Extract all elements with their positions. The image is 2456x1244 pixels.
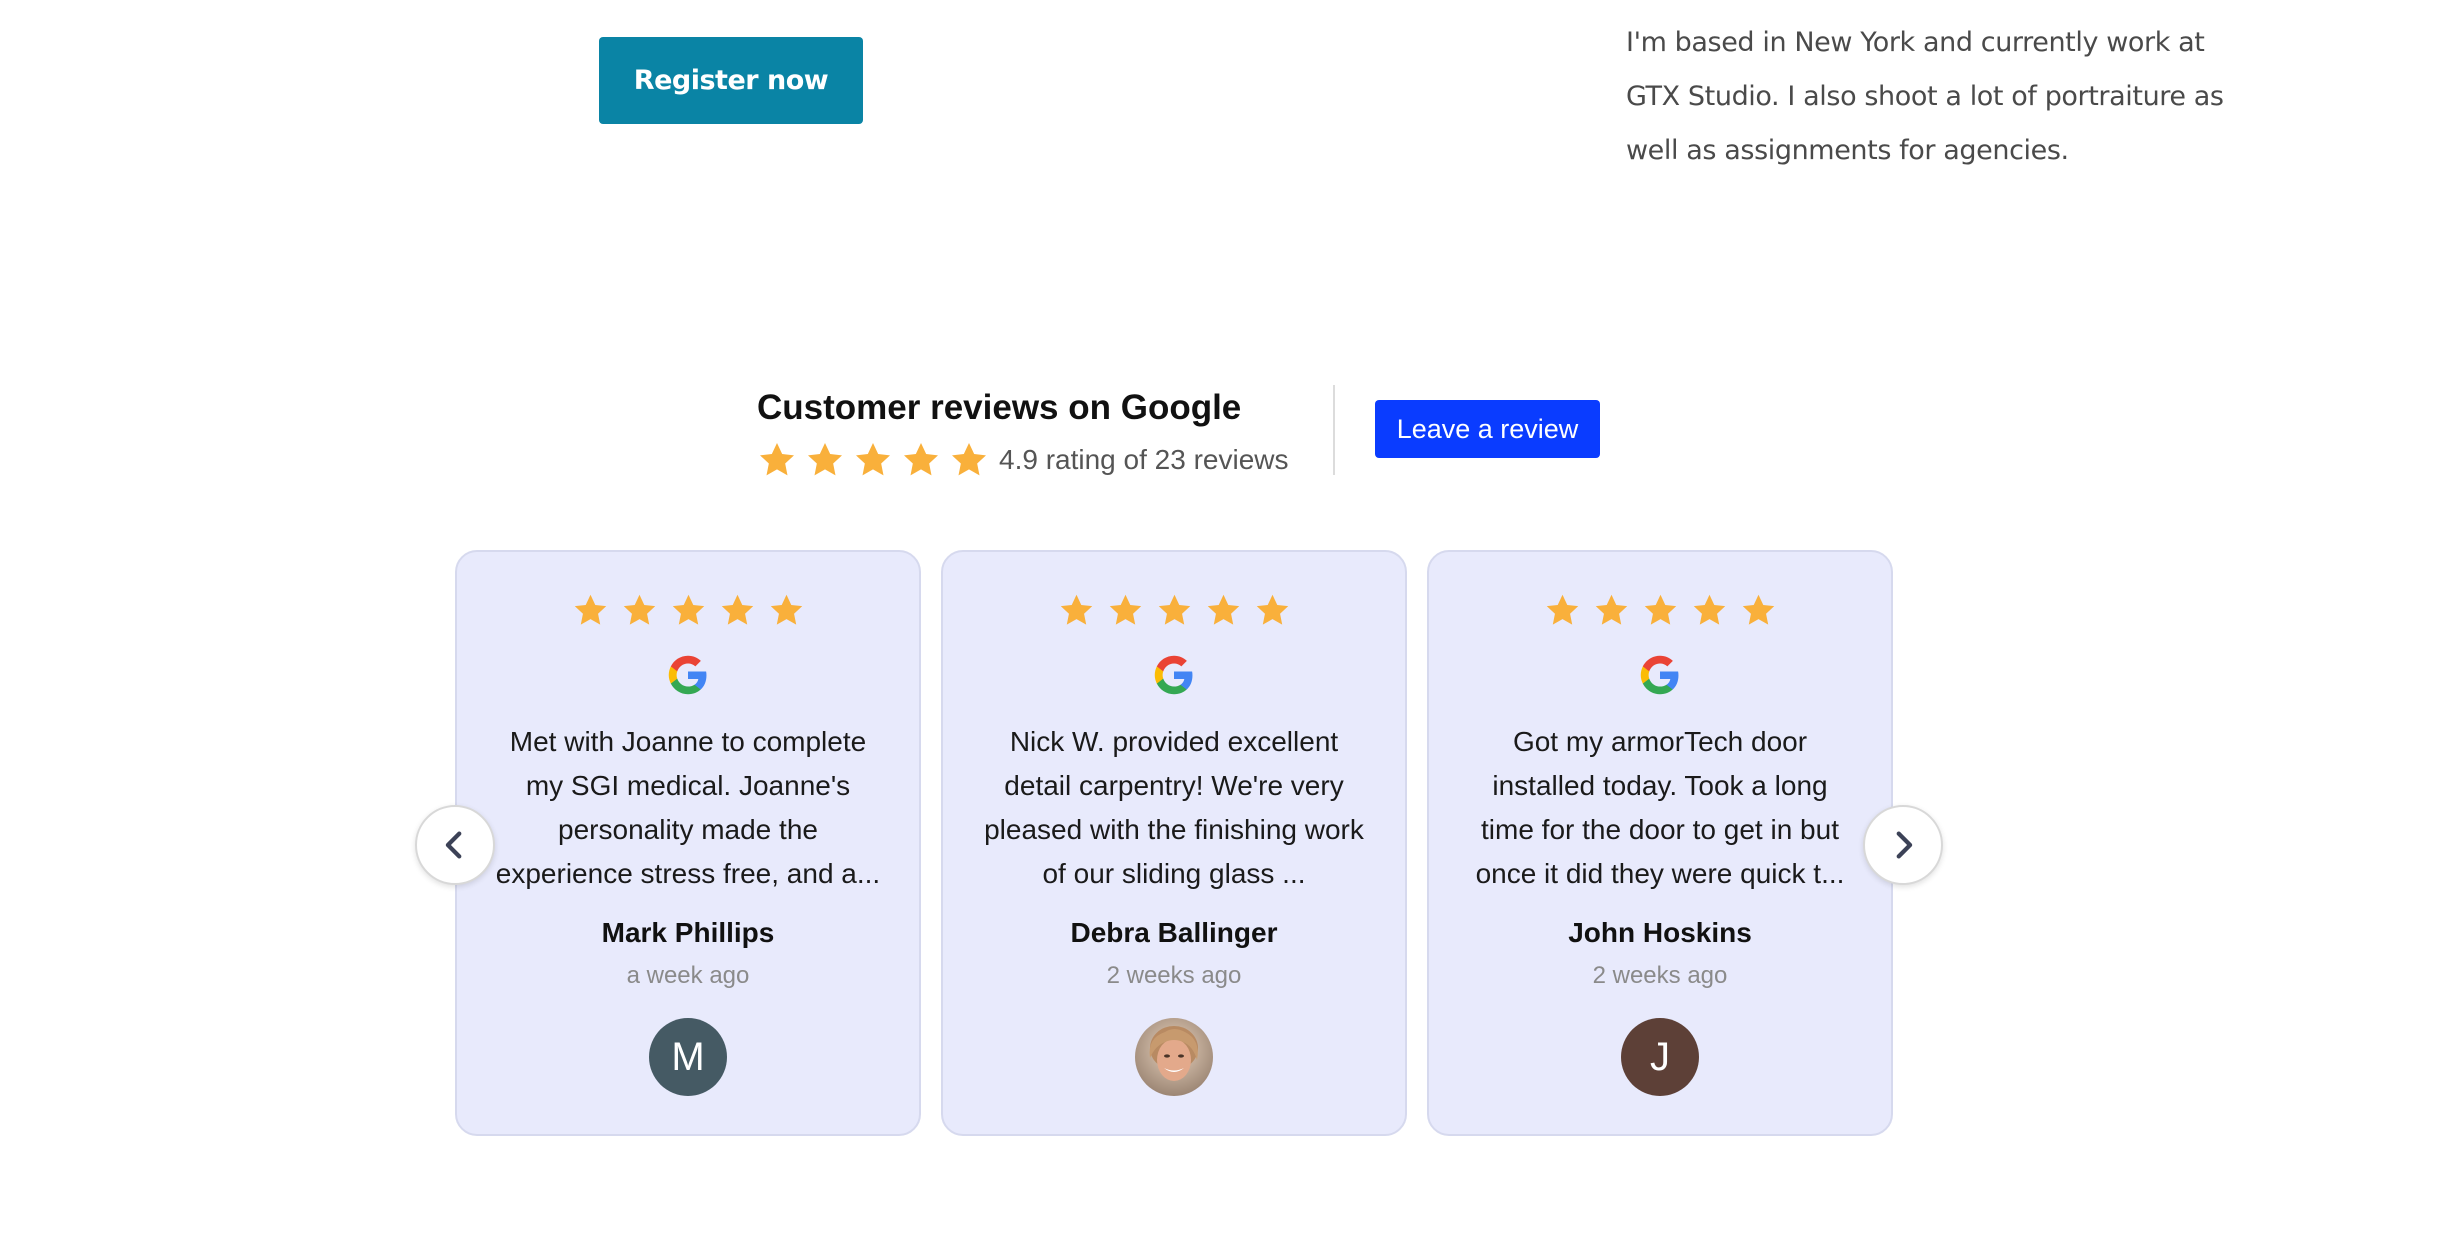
star-icon [1544,592,1581,629]
star-icon [621,592,658,629]
chevron-right-icon [1896,831,1913,859]
reviews-title: Customer reviews on Google [757,388,1242,427]
review-time: a week ago [626,962,750,989]
star-icon [572,592,609,629]
review-card: Got my armorTech door installed today. T… [1427,550,1893,1136]
star-icon [1058,592,1095,629]
star-icon [768,592,805,629]
avatar-photo [1135,1018,1213,1096]
chevron-left-icon [445,831,462,859]
star-icon [719,592,756,629]
reviewer-name: John Hoskins [1568,917,1752,948]
review-card: Met with Joanne to complete my SGI medic… [455,550,921,1136]
star-icon [757,440,797,480]
review-stars [1429,592,1891,629]
carousel-prev-button[interactable] [415,805,495,885]
star-icon [1691,592,1728,629]
star-icon [1593,592,1630,629]
star-icon [1254,592,1291,629]
star-icon [1156,592,1193,629]
avatar: M [649,1018,727,1096]
star-icon [949,440,989,480]
star-icon [1642,592,1679,629]
review-stars [457,592,919,629]
star-icon [670,592,707,629]
review-card: Nick W. provided excellent detail carpen… [941,550,1407,1136]
reviewer-name: Mark Phillips [601,917,775,948]
overall-rating: 4.9 rating of 23 reviews [757,440,1289,480]
avatar: J [1621,1018,1699,1096]
header-divider [1333,385,1335,475]
reviewer-name: Debra Ballinger [1070,917,1278,948]
review-text: Met with Joanne to complete my SGI medic… [495,726,881,889]
review-text: Got my armorTech door installed today. T… [1475,726,1845,889]
google-g-icon [667,654,709,696]
leave-review-button[interactable]: Leave a review [1375,400,1600,458]
google-g-icon [1153,654,1195,696]
carousel-next-button[interactable] [1863,805,1943,885]
review-stars [943,592,1405,629]
bio-text: I'm based in New York and currently work… [1626,27,2224,166]
star-icon [805,440,845,480]
google-g-icon [1639,654,1681,696]
star-icon [1107,592,1144,629]
star-icon [853,440,893,480]
reviews-carousel: Met with Joanne to complete my SGI medic… [415,550,1943,1138]
star-icon [1740,592,1777,629]
overall-stars [757,440,989,480]
review-time: 2 weeks ago [1106,962,1242,989]
review-text: Nick W. provided excellent detail carpen… [984,726,1364,889]
star-icon [901,440,941,480]
review-time: 2 weeks ago [1592,962,1728,989]
rating-summary: 4.9 rating of 23 reviews [999,444,1289,475]
star-icon [1205,592,1242,629]
register-now-button[interactable]: Register now [599,37,863,124]
